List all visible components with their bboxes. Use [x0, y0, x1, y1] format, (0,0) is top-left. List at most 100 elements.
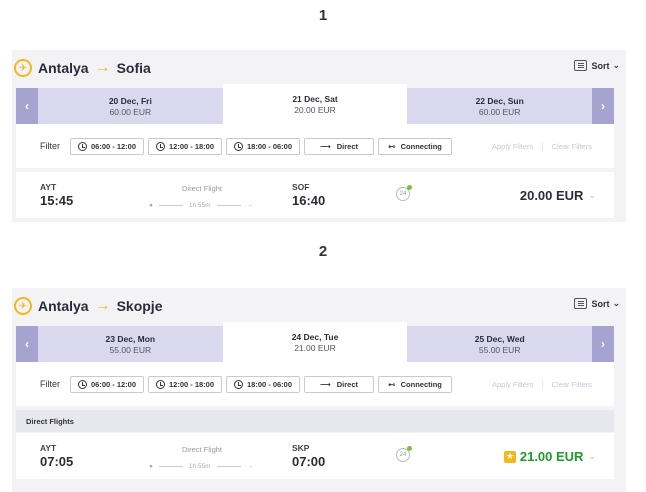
- date-option-prev[interactable]: 20 Dec, Fri 60.00 EUR: [38, 88, 223, 124]
- chevron-down-icon: ⌄: [588, 190, 596, 200]
- origin-dot-icon: ●: [148, 202, 153, 209]
- chevron-right-icon: ›: [601, 337, 606, 351]
- flight-duration: ● 1h 55m →: [126, 463, 276, 470]
- apply-filters-button[interactable]: Apply Filters: [492, 142, 533, 151]
- filter-evening-chip[interactable]: 18:00 - 06:00: [226, 375, 300, 393]
- flight-row[interactable]: AYT 15:45 Direct Flight ● 1h 55m → SOF 1…: [16, 172, 614, 218]
- route-origin: Antalya: [38, 60, 89, 76]
- filter-connecting-chip[interactable]: ⊷ Connecting: [378, 137, 452, 155]
- date-option-current[interactable]: 21 Dec, Sat 20.00 EUR: [222, 84, 408, 124]
- filter-afternoon-chip[interactable]: 12:00 - 18:00: [148, 375, 222, 393]
- star-icon: ★: [503, 450, 516, 463]
- chip-label: 18:00 - 06:00: [246, 141, 293, 151]
- date-selector: ‹ 20 Dec, Fri 60.00 EUR 21 Dec, Sat 20.0…: [16, 84, 615, 124]
- flight-price[interactable]: ★ 21.00 EUR ⌄: [503, 449, 596, 464]
- filter-morning-chip[interactable]: 06:00 - 12:00: [70, 375, 144, 393]
- date-price: 55.00 EUR: [109, 344, 152, 355]
- co2-badge-icon: 24: [396, 185, 412, 201]
- date-label: 25 Dec, Wed: [474, 333, 525, 344]
- direct-flights-header: Direct Flights: [16, 410, 614, 432]
- chevron-left-icon: ‹: [25, 99, 29, 113]
- arrow-right-icon: →: [94, 59, 111, 76]
- date-label: 22 Dec, Sun: [475, 95, 524, 106]
- flight-duration: ● 1h 55m →: [126, 202, 276, 209]
- chip-label: Direct: [336, 141, 359, 151]
- sort-button[interactable]: Sort ⌄: [574, 298, 620, 309]
- date-price: 60.00 EUR: [478, 106, 521, 117]
- chip-label: Connecting: [400, 141, 442, 151]
- sort-label: Sort: [591, 60, 610, 71]
- sort-button[interactable]: Sort ⌄: [574, 60, 620, 71]
- flight-price[interactable]: 20.00 EUR ⌄: [520, 188, 596, 203]
- arrow-right-icon: ⟶: [319, 379, 331, 389]
- filter-evening-chip[interactable]: 18:00 - 06:00: [226, 137, 300, 155]
- arrival-code: SKP: [292, 443, 310, 453]
- arrow-right-icon: →: [94, 297, 111, 314]
- clock-icon: [155, 141, 165, 151]
- co2-badge-icon: 24: [396, 446, 412, 462]
- date-price: 20.00 EUR: [294, 104, 336, 115]
- date-label: 20 Dec, Fri: [108, 95, 152, 106]
- arrow-right-icon: →: [246, 463, 254, 470]
- date-option-prev[interactable]: 23 Dec, Mon 55.00 EUR: [38, 326, 223, 362]
- date-option-next[interactable]: 22 Dec, Sun 60.00 EUR: [407, 88, 593, 124]
- departure-time: 15:45: [40, 193, 74, 208]
- date-label: 24 Dec, Tue: [291, 331, 339, 342]
- flight-row[interactable]: AYT 07:05 Direct Flight ● 1h 55m → SKP 0…: [16, 433, 614, 479]
- date-label: 21 Dec, Sat: [292, 93, 338, 104]
- price-value: 20.00 EUR: [519, 188, 584, 203]
- chevron-left-icon: ‹: [25, 337, 29, 351]
- section-number: 1: [318, 7, 328, 24]
- filter-connecting-chip[interactable]: ⊷ Connecting: [378, 375, 452, 393]
- chip-label: 18:00 - 06:00: [246, 379, 293, 389]
- sort-icon: [574, 60, 588, 71]
- chip-label: Direct: [336, 379, 359, 389]
- duration-label: 1h 55m: [188, 202, 211, 209]
- next-date-button[interactable]: ›: [592, 88, 615, 124]
- date-option-next[interactable]: 25 Dec, Wed 55.00 EUR: [407, 326, 593, 362]
- chip-label: 12:00 - 18:00: [168, 379, 215, 389]
- filter-direct-chip[interactable]: ⟶ Direct: [304, 137, 374, 155]
- prev-date-button[interactable]: ‹: [16, 88, 38, 124]
- connecting-icon: ⊷: [388, 379, 396, 389]
- filter-morning-chip[interactable]: 06:00 - 12:00: [70, 137, 144, 155]
- chip-label: 06:00 - 12:00: [90, 379, 137, 389]
- clear-filters-button[interactable]: Clear Filters: [552, 142, 592, 151]
- arrival-time: 16:40: [292, 193, 326, 208]
- filter-label: Filter: [40, 379, 60, 389]
- chevron-down-icon: ⌄: [588, 451, 596, 461]
- filter-label: Filter: [40, 141, 60, 151]
- departure-code: AYT: [40, 182, 57, 192]
- chevron-down-icon: ⌄: [612, 60, 620, 70]
- clock-icon: [155, 379, 165, 389]
- clock-icon: [233, 141, 243, 151]
- apply-filters-button[interactable]: Apply Filters: [492, 380, 533, 389]
- clock-icon: [77, 379, 87, 389]
- date-price: 55.00 EUR: [478, 344, 521, 355]
- chip-label: Connecting: [400, 379, 442, 389]
- arrow-right-icon: ⟶: [319, 141, 331, 151]
- price-value: 21.00 EUR: [519, 449, 584, 464]
- section-number: 2: [318, 243, 328, 260]
- next-date-button[interactable]: ›: [592, 326, 615, 362]
- date-option-current[interactable]: 24 Dec, Tue 21.00 EUR: [222, 322, 408, 362]
- filter-direct-chip[interactable]: ⟶ Direct: [304, 375, 374, 393]
- flight-search-panel: ✈ Antalya → Skopje Sort ⌄ ‹ 23 Dec, Mon …: [12, 288, 626, 492]
- date-price: 21.00 EUR: [294, 342, 336, 353]
- origin-dot-icon: ●: [148, 463, 153, 470]
- arrival-code: SOF: [292, 182, 310, 192]
- chip-label: 06:00 - 12:00: [90, 141, 137, 151]
- arrow-right-icon: →: [246, 202, 254, 209]
- sort-label: Sort: [591, 298, 610, 309]
- clear-filters-button[interactable]: Clear Filters: [552, 380, 592, 389]
- filter-afternoon-chip[interactable]: 12:00 - 18:00: [148, 137, 222, 155]
- divider: |: [541, 379, 544, 389]
- departure-code: AYT: [40, 443, 57, 453]
- sort-icon: [574, 298, 588, 309]
- plane-icon: ✈: [14, 297, 32, 315]
- route-destination: Sofia: [116, 60, 151, 76]
- clock-icon: [77, 141, 87, 151]
- clock-icon: [233, 379, 243, 389]
- flight-type: Direct Flight: [181, 445, 222, 454]
- prev-date-button[interactable]: ‹: [16, 326, 38, 362]
